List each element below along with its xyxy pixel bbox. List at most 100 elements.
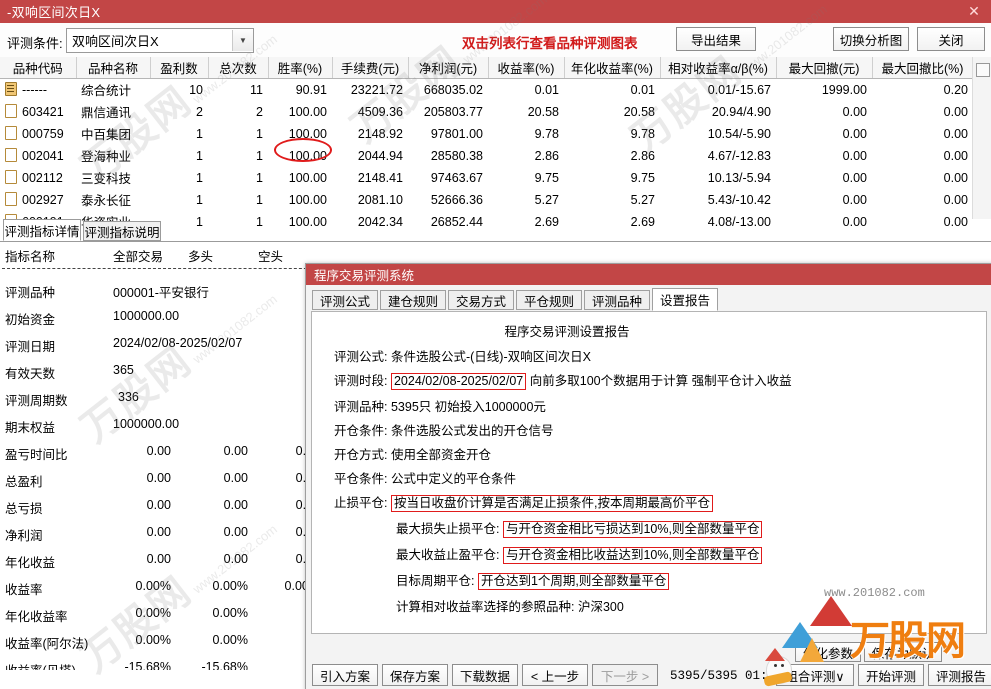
window-titlebar: -双响区间次日X ✕: [0, 0, 991, 23]
tab-metric-detail[interactable]: 评测指标详情: [3, 219, 81, 241]
detail-row: 总盈利0.000.000.00: [0, 471, 340, 493]
tab-close-rule[interactable]: 平仓规则: [516, 290, 582, 310]
col-total[interactable]: 总次数: [208, 57, 269, 79]
grid-scrollbar[interactable]: [972, 57, 991, 219]
cell-code: ------: [0, 78, 76, 101]
tab-open-rule[interactable]: 建仓规则: [380, 290, 446, 310]
detail-row: 评测品种 000001-平安银行: [0, 282, 340, 304]
detail-row-label: 评测品种: [5, 286, 56, 300]
cell-code: 002112: [0, 166, 76, 189]
cell-profit: 97463.67: [408, 166, 488, 189]
cell-code-text: 002041: [22, 149, 64, 163]
progress-counter: 5395/5395 01:24: [670, 669, 783, 683]
detail-col-short: 空头: [258, 250, 284, 264]
export-result-button[interactable]: 导出结果: [676, 27, 756, 51]
table-row[interactable]: 000759 中百集团 1 1 100.00 2148.92 97801.00 9.78 9.7…: [0, 122, 973, 145]
cell-drawdown: 0.00: [776, 166, 872, 189]
cell-annual: 20.58: [564, 100, 660, 123]
col-winrate[interactable]: 胜率(%): [268, 57, 333, 79]
combined-eval-button[interactable]: 组合评测∨: [776, 664, 854, 686]
save-scheme-button[interactable]: 保存方案: [382, 664, 448, 686]
detail-row-long: 0.00: [223, 471, 248, 485]
cell-total: 2: [208, 100, 268, 123]
tab-metric-help[interactable]: 评测指标说明: [83, 221, 161, 241]
document-icon: [5, 192, 17, 206]
download-data-button[interactable]: 下载数据: [452, 664, 518, 686]
cell-name: 登海种业: [76, 144, 150, 167]
cell-drawdown: 0.00: [776, 144, 872, 167]
tab-formula[interactable]: 评测公式: [312, 290, 378, 310]
cell-code-text: 603421: [22, 105, 64, 119]
cell-winrate: 90.91: [268, 78, 332, 101]
table-row[interactable]: 603421 鼎信通讯 2 2 100.00 4509.36 205803.77 20.58 2…: [0, 100, 973, 123]
detail-row-all: 1000000.00: [113, 309, 180, 323]
detail-row: 评测日期 2024/02/08-2025/02/07: [0, 336, 340, 358]
open-cond-key: 开仓条件:: [334, 424, 388, 438]
maxprofit-value-highlighted: 与开仓资金相比收益达到10%,则全部数量平仓: [502, 547, 763, 564]
next-step-button: 下一步 >: [592, 664, 658, 686]
col-fee[interactable]: 手续费(元): [332, 57, 409, 79]
settings-report-body: 程序交易评测设置报告 评测公式: 条件选股公式-(日线)-双响区间次日X 评测时…: [311, 311, 987, 634]
tab-trade-mode[interactable]: 交易方式: [448, 290, 514, 310]
table-row[interactable]: 002041 登海种业 1 1 100.00 2044.94 28580.38 2.86 2.8…: [0, 144, 973, 167]
cell-profit: 28580.38: [408, 144, 488, 167]
cell-annual: 2.86: [564, 144, 660, 167]
detail-row: 评测周期数 336: [0, 390, 340, 412]
condition-label: 评测条件:: [7, 36, 63, 51]
cell-win: 1: [150, 188, 208, 211]
maxloss-value-highlighted: 与开仓资金相比亏损达到10%,则全部数量平仓: [502, 521, 763, 538]
table-row[interactable]: 002112 三变科技 1 1 100.00 2148.41 97463.67 9.75 9.7…: [0, 166, 973, 189]
close-icon[interactable]: ✕: [957, 0, 991, 23]
tab-settings-report[interactable]: 设置报告: [652, 288, 718, 311]
report-symbol-line: 评测品种: 5395只 初始投入1000000元: [334, 396, 546, 415]
detail-row: 净利润0.000.000.00: [0, 525, 340, 547]
detail-row: 盈亏时间比0.000.000.00: [0, 444, 340, 466]
cell-code-text: 002112: [22, 171, 63, 185]
col-yield[interactable]: 收益率(%): [488, 57, 565, 79]
start-eval-button[interactable]: 开始评测: [858, 664, 924, 686]
detail-row-long: 0.00: [223, 498, 248, 512]
col-name[interactable]: 品种名称: [76, 57, 151, 79]
cell-yield: 9.78: [488, 122, 564, 145]
table-row[interactable]: 002927 泰永长征 1 1 100.00 2081.10 52666.36 5.27 5.2…: [0, 188, 973, 211]
detail-row-long: 0.00%: [212, 606, 248, 620]
cell-alphabeta: 4.67/-12.83: [660, 144, 776, 167]
cell-alphabeta: 0.01/-15.67: [660, 78, 776, 101]
col-code[interactable]: 品种代码: [0, 57, 77, 79]
detail-row: 总亏损0.000.000.00: [0, 498, 340, 520]
cell-fee: 2081.10: [332, 188, 408, 211]
cell-profit: 205803.77: [408, 100, 488, 123]
report-open-way-line: 开仓方式: 使用全部资金开仓: [334, 444, 491, 463]
col-alphabeta[interactable]: 相对收益率α/β(%): [660, 57, 777, 79]
maxloss-key: 最大损失止损平仓:: [396, 522, 500, 536]
col-drawdown-pct[interactable]: 最大回撤比(%): [872, 57, 974, 79]
switch-chart-button[interactable]: 切换分析图: [833, 27, 909, 51]
stoploss-key: 止损平仓:: [334, 496, 388, 510]
close-button[interactable]: 关闭: [917, 27, 985, 51]
cell-winrate: 100.00: [268, 166, 332, 189]
report-close-cond-line: 平仓条件: 公式中定义的平仓条件: [334, 468, 516, 487]
cell-drawdown-pct: 0.20: [872, 78, 973, 101]
eval-report-button[interactable]: 评测报告: [928, 664, 991, 686]
report-open-cond-line: 开仓条件: 条件选股公式发出的开仓信号: [334, 420, 553, 439]
cell-drawdown-pct: 0.00: [872, 188, 973, 211]
chevron-down-icon[interactable]: ▼: [232, 30, 253, 51]
col-profit[interactable]: 净利润(元): [408, 57, 489, 79]
col-annual[interactable]: 年化收益率(%): [564, 57, 661, 79]
detail-tabs: 评测指标详情 评测指标说明: [0, 219, 991, 241]
detail-row-label: 收益率: [5, 583, 43, 597]
cell-name: 泰永长征: [76, 188, 150, 211]
cell-code: 002041: [0, 144, 76, 167]
import-scheme-button[interactable]: 引入方案: [312, 664, 378, 686]
results-grid: 品种代码 品种名称 盈利数 总次数 胜率(%) 手续费(元) 净利润(元) 收益…: [0, 57, 991, 233]
condition-combo[interactable]: 双响区间次日X ▼: [66, 28, 254, 53]
cell-drawdown-pct: 0.00: [872, 166, 973, 189]
tab-symbols[interactable]: 评测品种: [584, 290, 650, 310]
col-win[interactable]: 盈利数: [150, 57, 209, 79]
cell-yield: 9.75: [488, 166, 564, 189]
cell-fee: 2148.41: [332, 166, 408, 189]
scrollbar-thumb[interactable]: [976, 63, 990, 77]
table-row[interactable]: ------ 综合统计 10 11 90.91 23221.72 668035.02 0.01…: [0, 78, 973, 101]
prev-step-button[interactable]: < 上一步: [522, 664, 588, 686]
col-drawdown[interactable]: 最大回撤(元): [776, 57, 873, 79]
